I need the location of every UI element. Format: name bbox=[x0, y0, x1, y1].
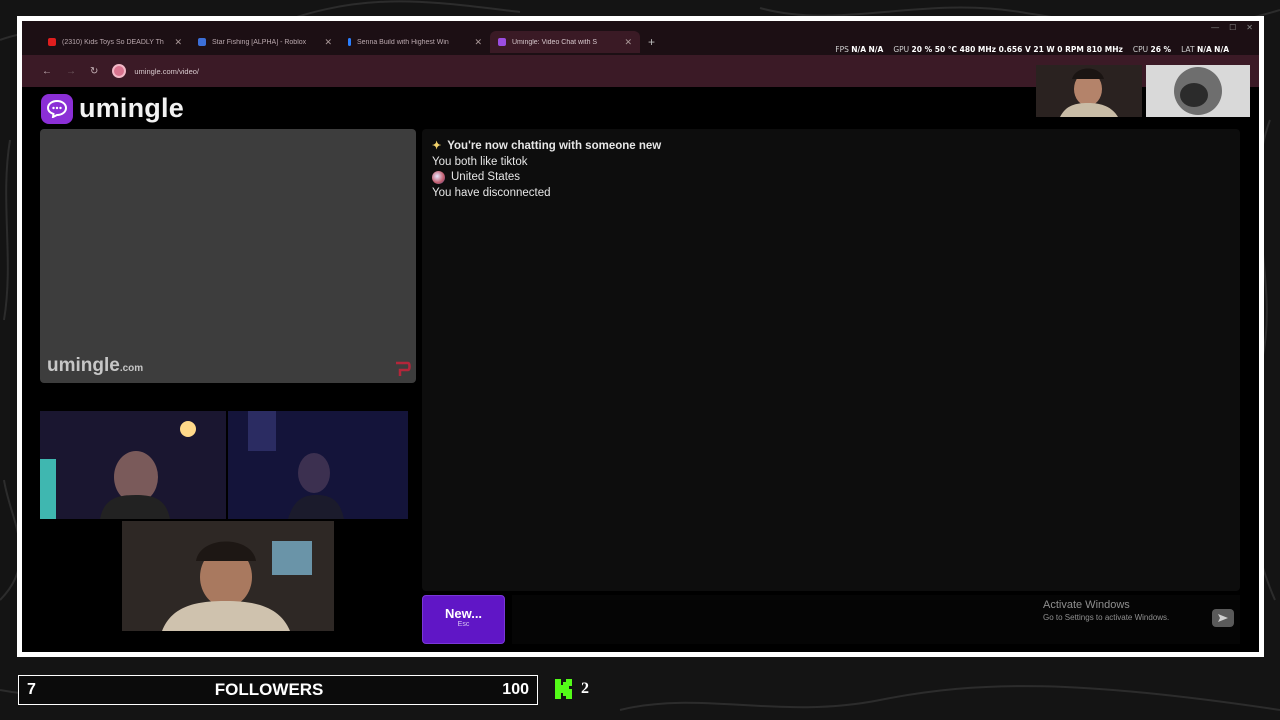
umingle-watermark: umingle.com bbox=[47, 355, 144, 376]
lat-value: N/A bbox=[1196, 45, 1212, 54]
goal-target: 100 bbox=[502, 681, 529, 698]
captured-screen: (2310) Kids Toys So DEADLY Th ✕ Star Fis… bbox=[22, 21, 1259, 652]
minimize-icon[interactable]: — bbox=[1211, 23, 1219, 32]
forward-icon[interactable]: → bbox=[66, 66, 76, 77]
new-chat-hint: Esc bbox=[457, 621, 470, 628]
url-text: umingle.com/video/ bbox=[134, 66, 200, 76]
cpu-label: CPU bbox=[1132, 45, 1149, 54]
close-tab-icon[interactable]: ✕ bbox=[174, 37, 182, 48]
cpu-value: 26 % bbox=[1150, 45, 1172, 54]
new-tab-button[interactable]: + bbox=[648, 35, 655, 49]
webcam-feed bbox=[40, 411, 226, 519]
site-info-icon[interactable] bbox=[112, 64, 127, 78]
close-tab-icon[interactable]: ✕ bbox=[624, 37, 632, 48]
streamer-facecam bbox=[1036, 65, 1142, 117]
kick-count: 2 bbox=[581, 680, 589, 697]
maximize-icon[interactable]: ☐ bbox=[1229, 23, 1236, 32]
send-icon bbox=[1218, 614, 1228, 622]
umingle-favicon-icon bbox=[498, 38, 506, 46]
chat-message: You both like tiktok bbox=[432, 155, 528, 168]
youtube-favicon-icon bbox=[48, 38, 56, 46]
chat-log: ✦ You're now chatting with someone new Y… bbox=[422, 129, 1240, 591]
chat-message: ✦ You're now chatting with someone new bbox=[432, 139, 1230, 155]
webcam-feed bbox=[228, 411, 408, 519]
windows-activation-notice: Activate Windows Go to Settings to activ… bbox=[1043, 599, 1170, 622]
secondary-camera bbox=[1146, 65, 1250, 117]
browser-tab[interactable]: Star Fishing [ALPHA] - Roblox ✕ bbox=[190, 31, 340, 53]
logo-text: umingle bbox=[79, 93, 184, 123]
fps-value: N/A bbox=[868, 45, 884, 54]
chat-message: You have disconnected bbox=[432, 186, 551, 199]
sparkle-icon: ✦ bbox=[432, 140, 442, 152]
site-favicon-icon bbox=[348, 38, 351, 46]
browser-tab[interactable]: (2310) Kids Toys So DEADLY Th ✕ bbox=[40, 31, 190, 53]
goal-label: FOLLOWERS bbox=[214, 680, 324, 699]
flag-icon bbox=[432, 171, 445, 185]
follower-goal-bar: 7 FOLLOWERS 100 bbox=[18, 675, 538, 705]
tab-title: Star Fishing [ALPHA] - Roblox bbox=[212, 38, 307, 46]
tab-title: Senna Build with Highest Win bbox=[357, 38, 449, 46]
close-window-icon[interactable]: ✕ bbox=[1246, 23, 1253, 32]
tab-title: (2310) Kids Toys So DEADLY Th bbox=[62, 38, 164, 46]
fps-label: FPS bbox=[835, 45, 849, 54]
back-icon[interactable]: ← bbox=[42, 66, 52, 77]
kick-viewer-count: 2 bbox=[555, 679, 589, 699]
chat-message: United States bbox=[432, 170, 1230, 186]
close-tab-icon[interactable]: ✕ bbox=[324, 37, 332, 48]
chat-bubble-icon bbox=[41, 93, 73, 124]
umingle-page: umingle umingle.com ✦ You're now chattin… bbox=[22, 87, 1259, 652]
webcam-feed bbox=[122, 521, 334, 631]
roblox-favicon-icon bbox=[198, 38, 206, 46]
gpu-values: 20 % 50 °C 480 MHz 0.656 V 21 W 0 RPM 81… bbox=[911, 45, 1123, 54]
report-flag-icon[interactable] bbox=[394, 361, 412, 377]
browser-tab-active[interactable]: Umingle: Video Chat with S ✕ bbox=[490, 31, 640, 53]
umingle-logo[interactable]: umingle bbox=[41, 93, 184, 124]
new-chat-button[interactable]: New... Esc bbox=[422, 595, 505, 644]
reload-icon[interactable]: ↻ bbox=[90, 66, 98, 77]
url-field[interactable]: umingle.com/video/ bbox=[112, 64, 199, 78]
lat-label: LAT bbox=[1181, 45, 1195, 54]
lat-value: N/A bbox=[1214, 45, 1229, 54]
stranger-video: umingle.com bbox=[40, 129, 416, 383]
gpu-label: GPU bbox=[893, 45, 910, 54]
send-button[interactable] bbox=[1212, 609, 1234, 627]
tab-title: Umingle: Video Chat with S bbox=[512, 38, 598, 46]
new-chat-label: New... bbox=[444, 606, 483, 621]
fps-value: N/A bbox=[851, 45, 867, 54]
window-controls: — ☐ ✕ bbox=[1211, 23, 1253, 32]
browser-tab[interactable]: Senna Build with Highest Win ✕ bbox=[340, 31, 490, 53]
stream-frame: (2310) Kids Toys So DEADLY Th ✕ Star Fis… bbox=[17, 16, 1264, 657]
goal-current: 7 bbox=[27, 681, 36, 698]
close-tab-icon[interactable]: ✕ bbox=[474, 37, 482, 48]
kick-icon bbox=[555, 679, 572, 699]
performance-overlay: FPS N/A N/A GPU 20 % 50 °C 480 MHz 0.656… bbox=[835, 45, 1229, 54]
